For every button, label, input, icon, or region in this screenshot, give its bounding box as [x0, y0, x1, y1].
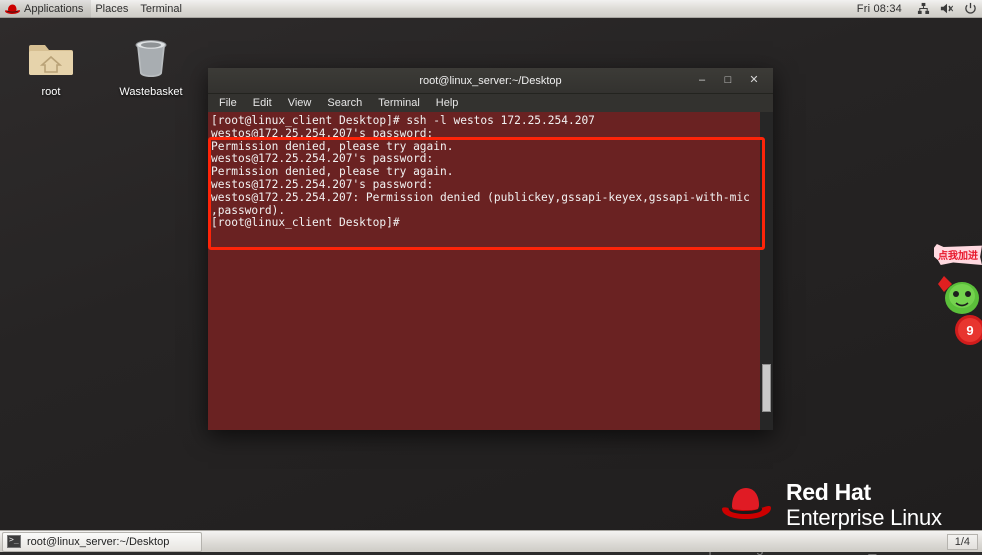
svg-text:9: 9	[966, 323, 973, 338]
menu-search[interactable]: Search	[326, 97, 363, 109]
home-folder-icon	[8, 34, 94, 82]
network-icon[interactable]	[912, 0, 935, 18]
taskbar-window-label: root@linux_server:~/Desktop	[27, 535, 170, 548]
terminal-scrollbar[interactable]	[760, 112, 773, 430]
desktop-icon-root[interactable]: root	[8, 34, 94, 98]
clock[interactable]: Fri 08:34	[847, 3, 912, 15]
workspace-indicator[interactable]: 1/4	[946, 533, 978, 550]
taskbar-window-button[interactable]: root@linux_server:~/Desktop	[2, 531, 202, 552]
promo-widget[interactable]: 点我加进 9	[930, 240, 982, 355]
top-panel: Applications Places Terminal Fri 08:34	[0, 0, 982, 18]
window-controls: – □ ✕	[695, 74, 773, 88]
branding-text: Red Hat Enterprise Linux	[786, 479, 942, 530]
desktop-icon-label: root	[41, 86, 61, 98]
terminal-menu-label: Terminal	[140, 2, 182, 15]
maximize-button[interactable]: □	[721, 74, 735, 88]
applications-menu[interactable]: Applications	[0, 0, 92, 18]
bottom-panel: root@linux_server:~/Desktop 1/4	[0, 530, 982, 552]
menu-edit[interactable]: Edit	[252, 97, 273, 109]
terminal-title: root@linux_server:~/Desktop	[419, 74, 562, 87]
close-button[interactable]: ✕	[747, 74, 761, 88]
promo-mascot-icon: 9	[938, 276, 982, 345]
places-menu[interactable]: Places	[91, 0, 136, 18]
rhel-branding: Red Hat Enterprise Linux	[718, 479, 942, 530]
desktop-icon-label: Wastebasket	[119, 86, 183, 98]
terminal-window[interactable]: root@linux_server:~/Desktop – □ ✕ File E…	[208, 68, 773, 430]
terminal-menu[interactable]: Terminal	[136, 0, 190, 18]
terminal-icon	[7, 535, 21, 548]
minimize-button[interactable]: –	[695, 74, 709, 88]
power-icon[interactable]	[959, 0, 982, 18]
places-menu-label: Places	[95, 2, 129, 15]
promo-bubble-text: 点我加进	[934, 244, 982, 265]
applications-menu-label: Applications	[24, 2, 84, 15]
terminal-output-area[interactable]: [root@linux_client Desktop]# ssh -l west…	[208, 112, 773, 430]
menu-help[interactable]: Help	[435, 97, 460, 109]
branding-line2: Enterprise Linux	[786, 504, 942, 530]
terminal-titlebar[interactable]: root@linux_server:~/Desktop – □ ✕	[208, 68, 773, 94]
branding-line1: Red Hat	[786, 479, 871, 505]
volume-muted-icon[interactable]	[935, 0, 959, 18]
terminal-menubar: File Edit View Search Terminal Help	[208, 94, 773, 112]
redhat-fedora-icon	[718, 483, 774, 528]
desktop-icon-wastebasket[interactable]: Wastebasket	[108, 34, 194, 98]
scrollbar-thumb[interactable]	[762, 364, 771, 412]
menu-view[interactable]: View	[287, 97, 313, 109]
menu-terminal[interactable]: Terminal	[377, 97, 421, 109]
terminal-output-text: [root@linux_client Desktop]# ssh -l west…	[211, 114, 750, 230]
menu-file[interactable]: File	[218, 97, 238, 109]
trash-icon	[108, 34, 194, 82]
redhat-logo-icon	[4, 3, 21, 15]
